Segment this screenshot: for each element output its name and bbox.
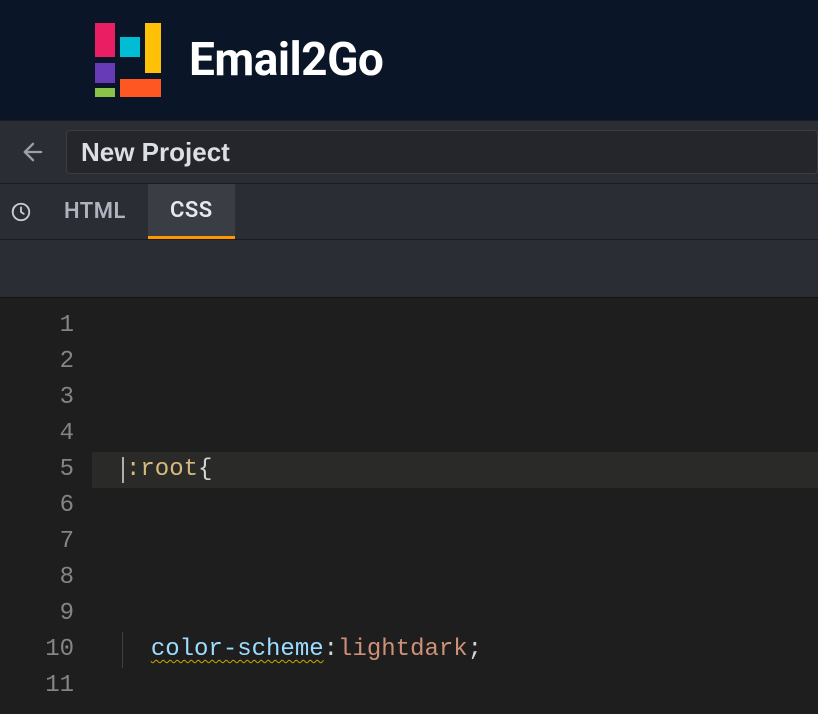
line-number: 2 bbox=[0, 344, 74, 380]
token-value: dark bbox=[410, 632, 468, 668]
code-line[interactable]: color-scheme: light dark; bbox=[92, 632, 818, 668]
token-selector: :root bbox=[126, 452, 198, 488]
token-brace: { bbox=[198, 452, 212, 488]
line-number: 7 bbox=[0, 524, 74, 560]
code-content[interactable]: :root { color-scheme: light dark; suppor… bbox=[92, 298, 818, 714]
token-value: light bbox=[338, 632, 410, 668]
code-line[interactable]: :root { bbox=[92, 452, 818, 488]
brand-bar: Email2Go bbox=[0, 0, 818, 120]
history-button[interactable] bbox=[0, 184, 42, 239]
line-number: 1 bbox=[0, 308, 74, 344]
cursor-icon bbox=[122, 457, 124, 483]
token-property: color-scheme bbox=[151, 632, 324, 668]
line-number: 11 bbox=[0, 668, 74, 704]
history-icon bbox=[10, 201, 32, 223]
code-editor[interactable]: 1 2 3 4 5 6 7 8 9 10 11 :root { color-sc… bbox=[0, 298, 818, 714]
tab-label: CSS bbox=[170, 198, 213, 223]
back-button[interactable] bbox=[18, 137, 48, 167]
line-number: 8 bbox=[0, 560, 74, 596]
line-number-gutter: 1 2 3 4 5 6 7 8 9 10 11 bbox=[0, 298, 92, 714]
line-number: 9 bbox=[0, 596, 74, 632]
line-number: 10 bbox=[0, 632, 74, 668]
tab-label: HTML bbox=[64, 199, 126, 224]
title-bar bbox=[0, 120, 818, 184]
tab-css[interactable]: CSS bbox=[148, 184, 235, 239]
line-number: 3 bbox=[0, 380, 74, 416]
logo-icon bbox=[95, 23, 161, 97]
line-number: 4 bbox=[0, 416, 74, 452]
arrow-left-icon bbox=[19, 138, 47, 166]
line-number: 6 bbox=[0, 488, 74, 524]
tab-bar: HTML CSS bbox=[0, 184, 818, 240]
project-title-input[interactable] bbox=[66, 130, 818, 174]
line-number: 5 bbox=[0, 452, 74, 488]
editor-sub-bar bbox=[0, 240, 818, 298]
tab-html[interactable]: HTML bbox=[42, 184, 148, 239]
brand-name: Email2Go bbox=[189, 33, 383, 87]
